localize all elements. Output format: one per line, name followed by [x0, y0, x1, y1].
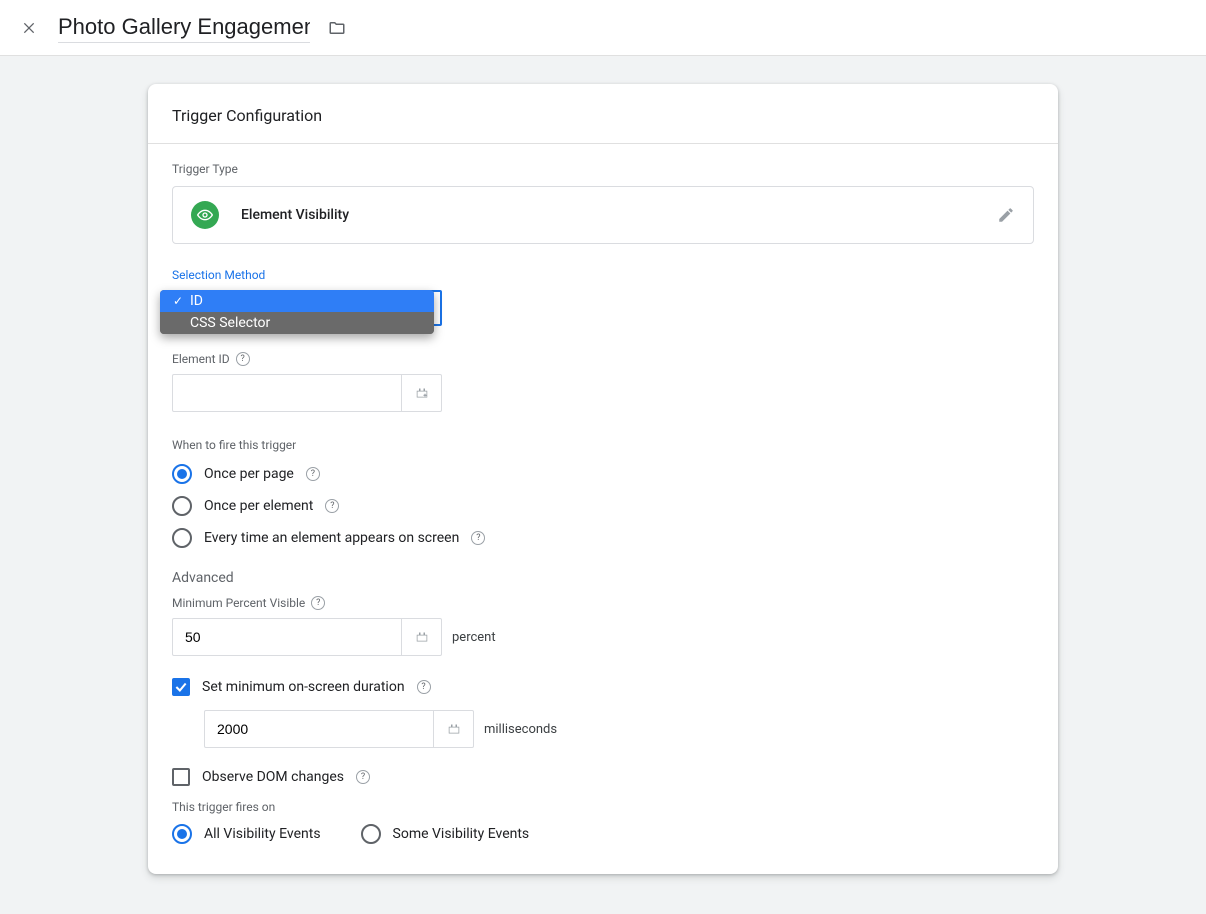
stage: Trigger Configuration Trigger Type Eleme… — [0, 56, 1206, 914]
eye-icon — [191, 201, 219, 229]
min-duration-input[interactable] — [204, 710, 434, 748]
advanced-label: Advanced — [172, 570, 1034, 586]
observe-dom-label: Observe DOM changes — [202, 769, 344, 785]
close-icon[interactable] — [22, 21, 36, 35]
help-icon[interactable]: ? — [417, 680, 431, 694]
checkbox[interactable] — [172, 768, 190, 786]
radio-indicator — [361, 824, 381, 844]
help-icon[interactable]: ? — [356, 770, 370, 784]
top-bar — [0, 0, 1206, 56]
dropdown-option-label: ID — [190, 293, 203, 309]
radio-label: Once per element — [204, 498, 313, 514]
selection-method-dropdown: ✓ ID CSS Selector — [160, 290, 434, 334]
check-icon: ✓ — [170, 294, 186, 308]
min-percent-label: Minimum Percent Visible — [172, 596, 305, 610]
lego-icon — [413, 628, 431, 646]
trigger-type-value: Element Visibility — [241, 207, 997, 223]
min-duration-label: Set minimum on-screen duration — [202, 679, 405, 695]
lego-icon — [413, 384, 431, 402]
when-fire-label: When to fire this trigger — [172, 438, 1034, 452]
radio-all-visibility[interactable]: All Visibility Events — [172, 824, 321, 844]
help-icon[interactable]: ? — [306, 467, 320, 481]
min-duration-checkbox-row[interactable]: Set minimum on-screen duration ? — [172, 678, 1034, 696]
radio-every-time[interactable]: Every time an element appears on screen … — [172, 528, 1034, 548]
pencil-icon[interactable] — [997, 206, 1015, 224]
radio-label: Once per page — [204, 466, 294, 482]
radio-once-per-page[interactable]: Once per page ? — [172, 464, 1034, 484]
radio-label: All Visibility Events — [204, 826, 321, 842]
min-percent-unit: percent — [452, 630, 496, 645]
element-id-label-row: Element ID ? — [172, 352, 1034, 366]
radio-some-visibility[interactable]: Some Visibility Events — [361, 824, 530, 844]
radio-indicator — [172, 824, 192, 844]
min-duration-unit: milliseconds — [484, 722, 557, 737]
element-id-input[interactable] — [172, 374, 402, 412]
variable-picker-button[interactable] — [402, 374, 442, 412]
help-icon[interactable]: ? — [236, 352, 250, 366]
element-id-label: Element ID — [172, 352, 230, 366]
dropdown-option-id[interactable]: ✓ ID — [160, 290, 434, 312]
radio-once-per-element[interactable]: Once per element ? — [172, 496, 1034, 516]
config-card: Trigger Configuration Trigger Type Eleme… — [148, 84, 1058, 874]
card-title: Trigger Configuration — [148, 84, 1058, 144]
help-icon[interactable]: ? — [311, 596, 325, 610]
lego-icon — [445, 720, 463, 738]
min-percent-label-row: Minimum Percent Visible ? — [172, 596, 1034, 610]
trigger-type-row[interactable]: Element Visibility — [172, 186, 1034, 244]
help-icon[interactable]: ? — [471, 531, 485, 545]
radio-indicator — [172, 496, 192, 516]
folder-icon[interactable] — [328, 19, 346, 37]
dropdown-option-css-selector[interactable]: CSS Selector — [160, 312, 434, 334]
selection-method-label: Selection Method — [172, 268, 1034, 282]
fires-on-label: This trigger fires on — [172, 800, 1034, 814]
variable-picker-button[interactable] — [434, 710, 474, 748]
min-percent-input[interactable] — [172, 618, 402, 656]
radio-indicator — [172, 464, 192, 484]
dropdown-option-label: CSS Selector — [190, 315, 270, 331]
radio-label: Every time an element appears on screen — [204, 530, 459, 546]
observe-dom-checkbox-row[interactable]: Observe DOM changes ? — [172, 768, 1034, 786]
help-icon[interactable]: ? — [325, 499, 339, 513]
checkbox[interactable] — [172, 678, 190, 696]
trigger-name-input[interactable] — [58, 12, 310, 43]
radio-indicator — [172, 528, 192, 548]
variable-picker-button[interactable] — [402, 618, 442, 656]
radio-label: Some Visibility Events — [393, 826, 530, 842]
trigger-type-label: Trigger Type — [172, 162, 1034, 176]
